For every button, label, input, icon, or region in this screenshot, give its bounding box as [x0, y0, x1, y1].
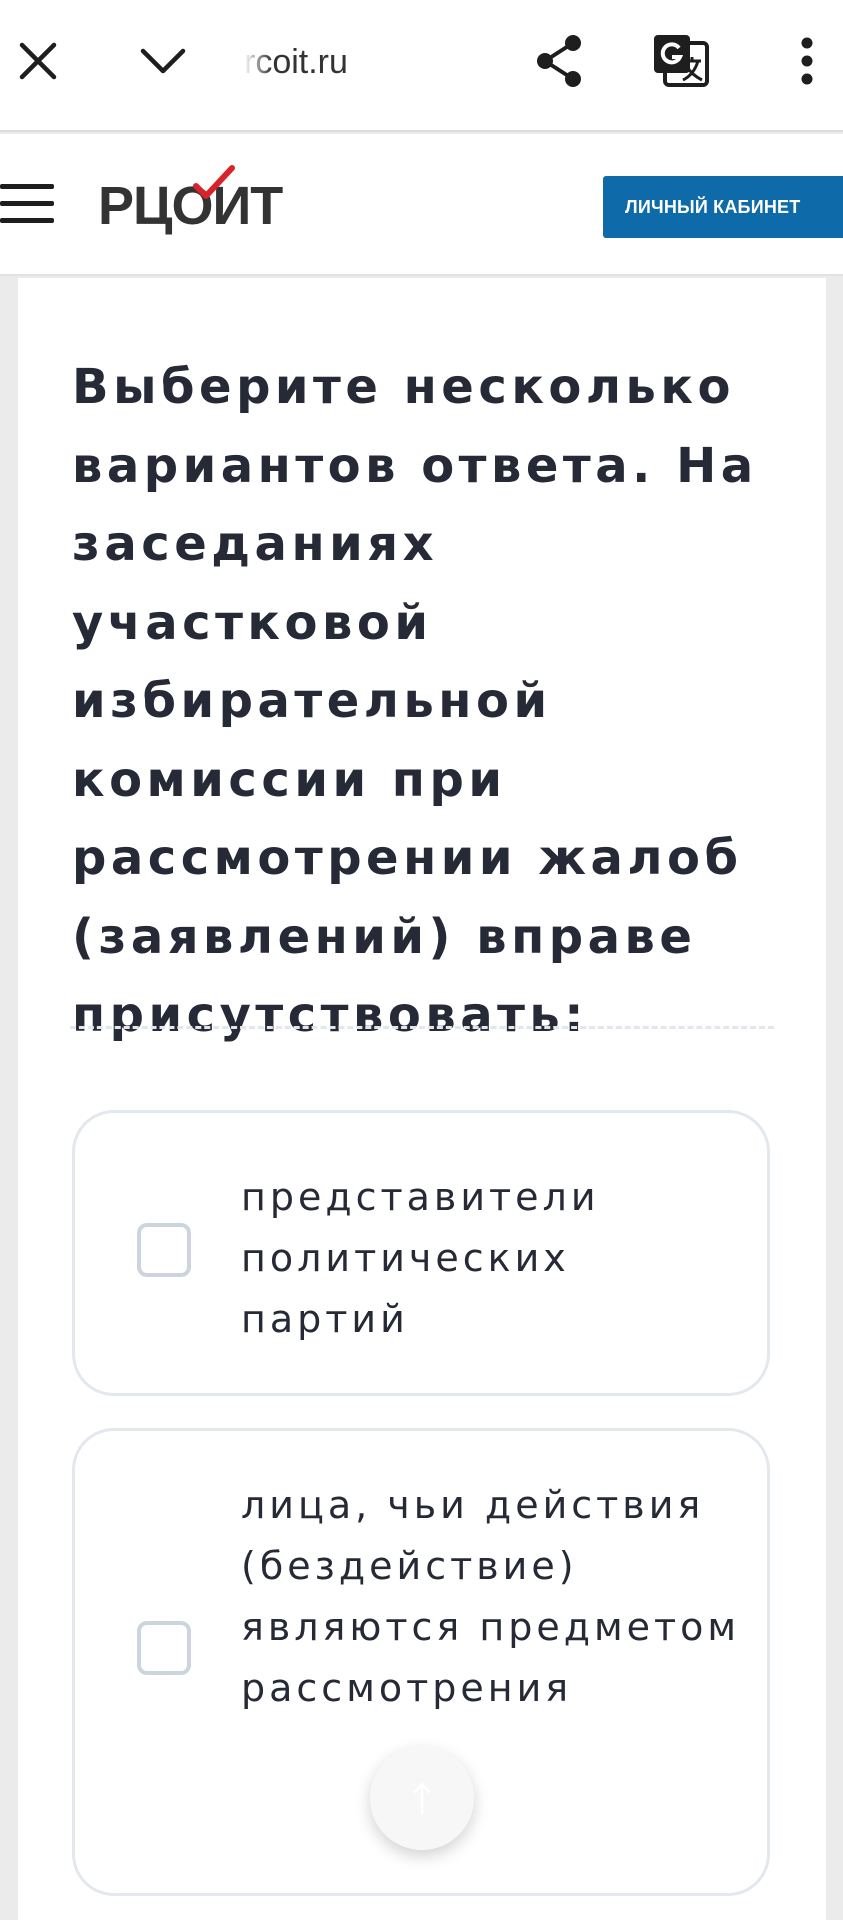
share-button[interactable] — [526, 26, 592, 96]
close-icon — [19, 42, 57, 80]
question-text: Выберите несколько вариантов ответа. На … — [72, 359, 758, 1043]
option-label: лица, чьи действия (бездействие) являютс… — [241, 1483, 741, 1710]
question-card: Выберите несколько вариантов ответа. На … — [18, 278, 826, 1920]
more-vertical-icon — [801, 37, 813, 85]
arrow-up-icon — [413, 1782, 431, 1815]
collapse-button[interactable] — [130, 28, 196, 94]
site-header: РЦОИТ ЛИЧНЫЙ КАБИНЕТ — [0, 134, 843, 276]
hamburger-menu-icon[interactable] — [0, 184, 56, 224]
scroll-to-top-button[interactable] — [370, 1746, 474, 1850]
option-checkbox[interactable] — [137, 1621, 191, 1675]
translate-button[interactable] — [648, 26, 714, 96]
share-icon — [537, 35, 581, 87]
site-logo[interactable]: РЦОИТ — [98, 165, 298, 240]
personal-account-button[interactable]: ЛИЧНЫЙ КАБИНЕТ — [603, 176, 843, 238]
option-checkbox[interactable] — [137, 1223, 191, 1277]
answer-option[interactable]: представители политических партий — [72, 1110, 770, 1396]
chevron-down-icon — [140, 48, 186, 74]
close-button[interactable] — [8, 28, 68, 94]
option-label: представители политических партий — [241, 1175, 600, 1341]
translate-icon — [654, 35, 709, 87]
browser-toolbar: rcoit.ru — [0, 0, 843, 132]
more-menu-button[interactable] — [782, 26, 832, 96]
divider — [70, 1026, 774, 1029]
checkmark-icon — [193, 165, 235, 199]
url-bar[interactable]: rcoit.ru — [244, 34, 494, 90]
